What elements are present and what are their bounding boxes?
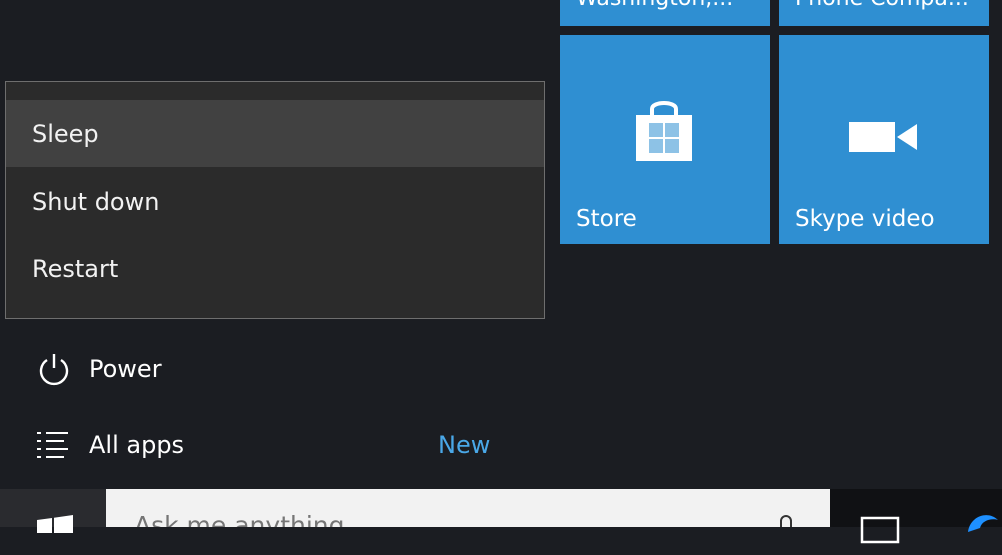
tile-weather[interactable]: Washington,... (560, 0, 770, 26)
edge-icon[interactable] (962, 508, 1002, 538)
windows-logo-icon (37, 515, 73, 533)
all-apps-label: All apps (89, 431, 185, 459)
shut-down-option[interactable]: Shut down (6, 168, 544, 235)
restart-option[interactable]: Restart (6, 235, 544, 302)
search-box[interactable] (106, 489, 830, 527)
restart-label: Restart (32, 254, 119, 283)
start-button[interactable] (0, 489, 106, 533)
tile-store[interactable]: Store (560, 35, 770, 244)
video-camera-icon (849, 122, 917, 152)
tile-phone-companion-label: Phone Compa... (795, 0, 969, 11)
power-icon (39, 354, 69, 386)
all-apps-button[interactable]: All apps New (0, 415, 545, 475)
shut-down-label: Shut down (32, 187, 160, 216)
tile-weather-label: Washington,... (576, 0, 733, 11)
store-bag-icon (636, 101, 692, 161)
power-options-flyout: Sleep Shut down Restart (5, 81, 545, 319)
microphone-icon[interactable] (776, 514, 796, 527)
list-icon (37, 432, 68, 458)
tile-phone-companion[interactable]: Phone Compa... (779, 0, 989, 26)
tile-skype-video-label: Skype video (795, 206, 935, 232)
sleep-label: Sleep (32, 119, 99, 148)
tile-skype-video[interactable]: Skype video (779, 35, 989, 244)
search-input[interactable] (134, 511, 734, 527)
new-badge: New (438, 431, 491, 459)
sleep-option[interactable]: Sleep (6, 100, 544, 167)
power-label: Power (89, 355, 162, 383)
power-button[interactable]: Power (0, 339, 545, 399)
task-view-icon[interactable] (858, 514, 904, 544)
tile-store-label: Store (576, 206, 637, 232)
